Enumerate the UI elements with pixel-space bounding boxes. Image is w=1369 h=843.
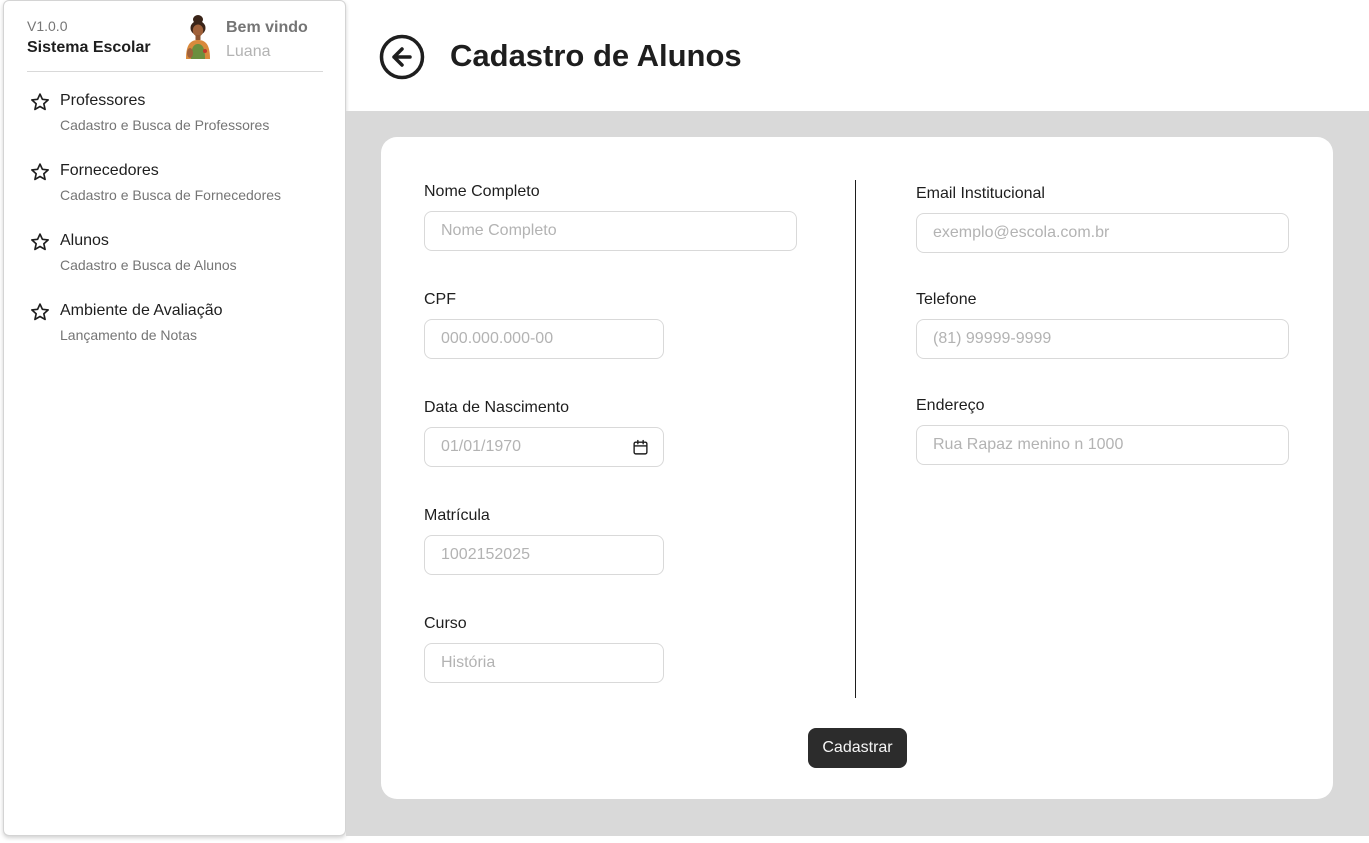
curso-input[interactable] — [424, 643, 664, 683]
sidebar: V1.0.0 Sistema Escolar Bem vindo Luana P… — [3, 0, 346, 836]
telefone-label: Telefone — [916, 291, 977, 308]
email-input[interactable] — [916, 213, 1289, 253]
star-icon — [31, 93, 50, 111]
user-name: Luana — [226, 43, 271, 60]
sidebar-item-label: Fornecedores — [60, 162, 159, 179]
star-icon — [31, 303, 50, 321]
calendar-icon[interactable] — [632, 439, 649, 456]
sidebar-item-description: Cadastro e Busca de Professores — [60, 117, 270, 133]
cadastrar-button[interactable]: Cadastrar — [808, 728, 907, 768]
app-name: Sistema Escolar — [27, 39, 151, 56]
sidebar-item-alunos[interactable]: Alunos Cadastro e Busca de Alunos — [27, 230, 323, 286]
nome-completo-input[interactable] — [424, 211, 797, 251]
sidebar-item-label: Professores — [60, 92, 146, 109]
endereco-input[interactable] — [916, 425, 1289, 465]
data-nascimento-field[interactable] — [424, 427, 664, 467]
curso-label: Curso — [424, 615, 467, 632]
app-version: V1.0.0 — [27, 18, 68, 34]
endereco-label: Endereço — [916, 397, 985, 414]
nome-completo-label: Nome Completo — [424, 183, 540, 200]
matricula-input[interactable] — [424, 535, 664, 575]
avatar[interactable] — [181, 15, 215, 59]
sidebar-item-description: Lançamento de Notas — [60, 327, 197, 343]
sidebar-item-label: Alunos — [60, 232, 109, 249]
data-nascimento-input[interactable] — [425, 428, 625, 466]
email-label: Email Institucional — [916, 185, 1045, 202]
sidebar-item-professores[interactable]: Professores Cadastro e Busca de Professo… — [27, 90, 323, 146]
matricula-label: Matrícula — [424, 507, 490, 524]
column-divider — [855, 180, 856, 698]
cpf-label: CPF — [424, 291, 456, 308]
sidebar-item-description: Cadastro e Busca de Alunos — [60, 257, 237, 273]
star-icon — [31, 233, 50, 251]
sidebar-item-label: Ambiente de Avaliação — [60, 302, 223, 319]
sidebar-item-description: Cadastro e Busca de Fornecedores — [60, 187, 282, 203]
cpf-input[interactable] — [424, 319, 664, 359]
sidebar-item-ambiente-avaliacao[interactable]: Ambiente de Avaliação Lançamento de Nota… — [27, 300, 323, 356]
arrow-left-circle-icon[interactable] — [379, 34, 425, 80]
sidebar-header: V1.0.0 Sistema Escolar Bem vindo Luana — [27, 15, 323, 72]
star-icon — [31, 163, 50, 181]
telefone-input[interactable] — [916, 319, 1289, 359]
welcome-text: Bem vindo — [226, 19, 308, 36]
sidebar-item-fornecedores[interactable]: Fornecedores Cadastro e Busca de Fornece… — [27, 160, 323, 216]
page-title: Cadastro de Alunos — [450, 38, 742, 73]
data-nascimento-label: Data de Nascimento — [424, 399, 569, 416]
